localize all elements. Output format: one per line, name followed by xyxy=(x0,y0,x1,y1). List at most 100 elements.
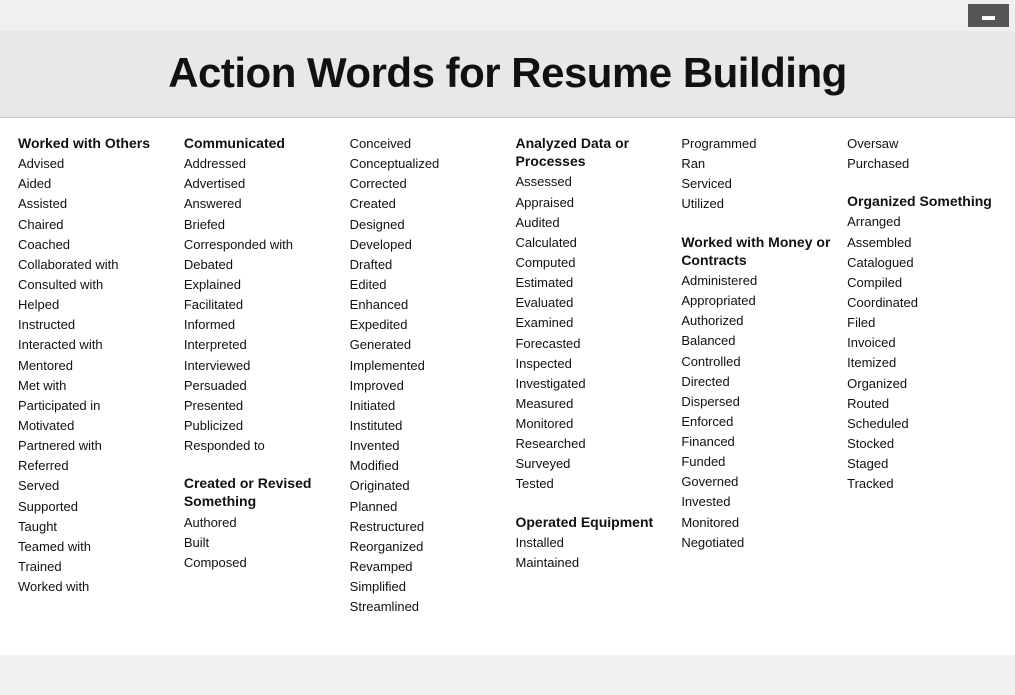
list-item: Taught xyxy=(18,517,168,537)
section-title-analyzed-data: Analyzed Data or Processes xyxy=(515,134,665,170)
list-item: Revamped xyxy=(350,557,500,577)
section-analyzed-data: Analyzed Data or ProcessesAssessedApprai… xyxy=(515,134,665,495)
list-item: Maintained xyxy=(515,553,665,573)
list-item: Restructured xyxy=(350,517,500,537)
list-item: Worked with xyxy=(18,577,168,597)
list-item: Appropriated xyxy=(681,291,831,311)
section-title-worked-money: Worked with Money or Contracts xyxy=(681,233,831,269)
list-item: Improved xyxy=(350,376,500,396)
list-item: Teamed with xyxy=(18,537,168,557)
list-item: Partnered with xyxy=(18,436,168,456)
list-item: Organized xyxy=(847,374,997,394)
list-item: Utilized xyxy=(681,194,831,214)
list-item: Authorized xyxy=(681,311,831,331)
word-list-analyzed-data: AssessedAppraisedAuditedCalculatedComput… xyxy=(515,172,665,494)
list-item: Met with xyxy=(18,376,168,396)
list-item: Authored xyxy=(184,513,334,533)
list-item: Evaluated xyxy=(515,293,665,313)
list-item: Assessed xyxy=(515,172,665,192)
column-col2: Communicated AddressedAdvertisedAnsweredB… xyxy=(176,134,342,635)
list-item: Mentored xyxy=(18,356,168,376)
list-item: Collaborated with xyxy=(18,255,168,275)
section-worked-money: Worked with Money or ContractsAdminister… xyxy=(681,233,831,553)
list-item: Debated xyxy=(184,255,334,275)
column-col1: Worked with OthersAdvisedAidedAssistedCh… xyxy=(18,134,176,635)
column-col5: ProgrammedRanServicedUtilized Worked with… xyxy=(673,134,839,635)
section-title-communicated: Communicated xyxy=(184,134,334,152)
page-title: Action Words for Resume Building xyxy=(10,49,1005,97)
word-list-operated-cont: ProgrammedRanServicedUtilized xyxy=(681,134,831,215)
section-worked-with-others: Worked with OthersAdvisedAidedAssistedCh… xyxy=(18,134,168,597)
section-created-cont: ConceivedConceptualizedCorrectedCreatedD… xyxy=(350,134,500,617)
section-communicated: Communicated AddressedAdvertisedAnsweredB… xyxy=(184,134,334,456)
word-list-created-cont: ConceivedConceptualizedCorrectedCreatedD… xyxy=(350,134,500,617)
list-item: Directed xyxy=(681,372,831,392)
word-list-communicated: AddressedAdvertisedAnsweredBriefedCorres… xyxy=(184,154,334,456)
list-item: Conceptualized xyxy=(350,154,500,174)
list-item: Examined xyxy=(515,313,665,333)
list-item: Persuaded xyxy=(184,376,334,396)
list-item: Streamlined xyxy=(350,597,500,617)
list-item: Monitored xyxy=(515,414,665,434)
list-item: Explained xyxy=(184,275,334,295)
list-item: Corresponded with xyxy=(184,235,334,255)
content-area: Worked with OthersAdvisedAidedAssistedCh… xyxy=(0,118,1015,655)
list-item: Interviewed xyxy=(184,356,334,376)
list-item: Arranged xyxy=(847,212,997,232)
word-list-operated-equipment: InstalledMaintained xyxy=(515,533,665,573)
list-item: Filed xyxy=(847,313,997,333)
top-button[interactable]: ▬ xyxy=(968,4,1009,27)
list-item: Stocked xyxy=(847,434,997,454)
list-item: Dispersed xyxy=(681,392,831,412)
section-title-worked-with-others: Worked with Others xyxy=(18,134,168,152)
list-item: Responded to xyxy=(184,436,334,456)
list-item: Informed xyxy=(184,315,334,335)
list-item: Audited xyxy=(515,213,665,233)
list-item: Compiled xyxy=(847,273,997,293)
section-title-operated-equipment: Operated Equipment xyxy=(515,513,665,531)
list-item: Instructed xyxy=(18,315,168,335)
list-item: Conceived xyxy=(350,134,500,154)
list-item: Programmed xyxy=(681,134,831,154)
list-item: Appraised xyxy=(515,193,665,213)
list-item: Invented xyxy=(350,436,500,456)
list-item: Catalogued xyxy=(847,253,997,273)
list-item: Assembled xyxy=(847,233,997,253)
list-item: Interacted with xyxy=(18,335,168,355)
word-list-organized-something: ArrangedAssembledCataloguedCompiledCoord… xyxy=(847,212,997,494)
section-organized-cont-top: OversawPurchased xyxy=(847,134,997,174)
column-col3: ConceivedConceptualizedCorrectedCreatedD… xyxy=(342,134,508,635)
list-item: Calculated xyxy=(515,233,665,253)
list-item: Monitored xyxy=(681,513,831,533)
list-item: Administered xyxy=(681,271,831,291)
list-item: Corrected xyxy=(350,174,500,194)
section-created-revised: Created or Revised SomethingAuthoredBuil… xyxy=(184,474,334,573)
list-item: Helped xyxy=(18,295,168,315)
word-list-worked-money: AdministeredAppropriatedAuthorizedBalanc… xyxy=(681,271,831,553)
list-item: Edited xyxy=(350,275,500,295)
list-item: Negotiated xyxy=(681,533,831,553)
list-item: Participated in xyxy=(18,396,168,416)
list-item: Controlled xyxy=(681,352,831,372)
list-item: Staged xyxy=(847,454,997,474)
list-item: Referred xyxy=(18,456,168,476)
list-item: Supported xyxy=(18,497,168,517)
list-item: Modified xyxy=(350,456,500,476)
section-title-organized-something: Organized Something xyxy=(847,192,997,210)
list-item: Purchased xyxy=(847,154,997,174)
list-item: Addressed xyxy=(184,154,334,174)
list-item: Interpreted xyxy=(184,335,334,355)
list-item: Routed xyxy=(847,394,997,414)
section-operated-equipment: Operated Equipment InstalledMaintained xyxy=(515,513,665,573)
list-item: Built xyxy=(184,533,334,553)
list-item: Originated xyxy=(350,476,500,496)
list-item: Serviced xyxy=(681,174,831,194)
list-item: Coached xyxy=(18,235,168,255)
list-item: Computed xyxy=(515,253,665,273)
list-item: Enhanced xyxy=(350,295,500,315)
list-item: Forecasted xyxy=(515,334,665,354)
header: Action Words for Resume Building xyxy=(0,31,1015,118)
list-item: Funded xyxy=(681,452,831,472)
list-item: Generated xyxy=(350,335,500,355)
list-item: Financed xyxy=(681,432,831,452)
